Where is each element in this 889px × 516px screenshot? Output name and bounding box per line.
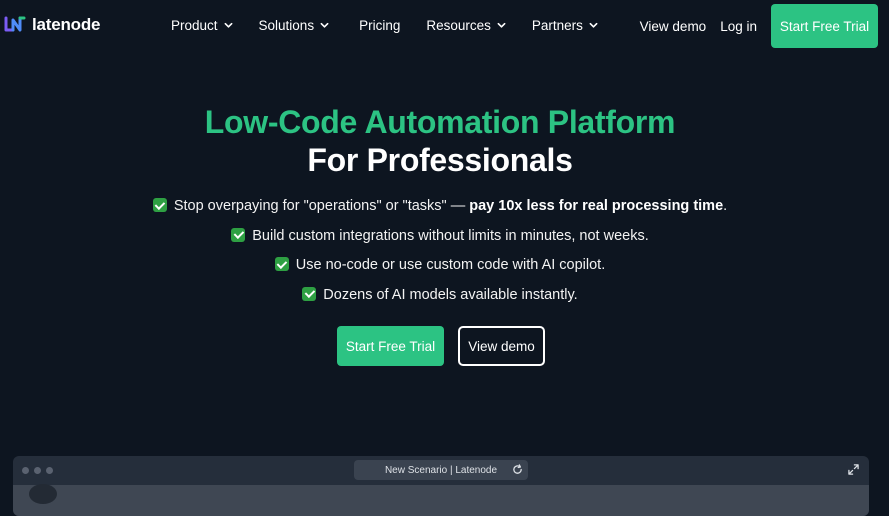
feature-tail: . <box>723 198 728 214</box>
nav-item-label: Pricing <box>359 18 401 33</box>
top-navigation: latenode Product Solutions Pricing Resou… <box>0 0 889 52</box>
nav-menu: Product Solutions Pricing Resources Part… <box>171 18 624 33</box>
feature-text: Stop overpaying for "operations" or "tas… <box>173 198 470 214</box>
nav-item-product[interactable]: Product <box>171 18 233 33</box>
hero-title: Low-Code Automation Platform For Profess… <box>0 103 880 179</box>
nav-item-pricing[interactable]: Pricing <box>359 18 400 33</box>
feature-list: Stop overpaying for "operations" or "tas… <box>0 195 880 313</box>
nav-item-label: Resources <box>426 18 491 33</box>
view-demo-link[interactable]: View demo <box>640 19 707 34</box>
feature-highlight: pay 10x less for real processing time <box>469 198 724 214</box>
nav-actions: View demo Log in Start Free Trial <box>640 0 878 52</box>
feature-item: Build custom integrations without limits… <box>0 225 880 255</box>
chevron-down-icon <box>589 22 598 28</box>
chevron-down-icon <box>497 22 506 28</box>
preview-node <box>29 484 57 504</box>
hero-title-line2: For Professionals <box>307 142 573 178</box>
expand-icon[interactable] <box>848 464 859 475</box>
feature-text: Build custom integrations without limits… <box>252 227 649 244</box>
brand-name: latenode <box>32 15 101 34</box>
feature-item: Use no-code or use custom code with AI c… <box>0 254 880 284</box>
address-bar-text: New Scenario | Latenode <box>384 464 498 476</box>
window-dot <box>34 467 41 474</box>
check-icon <box>231 227 246 242</box>
hero-view-demo-button[interactable]: View demo <box>458 326 545 366</box>
chevron-down-icon <box>320 22 329 28</box>
nav-item-label: Solutions <box>258 18 315 33</box>
chevron-down-icon <box>224 22 232 28</box>
feature-text: Dozens of AI models available instantly. <box>323 286 578 303</box>
login-link[interactable]: Log in <box>720 19 757 34</box>
app-preview-window: New Scenario | Latenode <box>13 456 869 516</box>
hero-title-line1: Low-Code Automation Platform <box>204 104 676 140</box>
address-bar: New Scenario | Latenode <box>354 460 528 480</box>
window-dot <box>22 467 29 474</box>
nav-item-solutions[interactable]: Solutions <box>259 18 330 33</box>
start-free-trial-button[interactable]: Start Free Trial <box>771 4 878 48</box>
nav-item-resources[interactable]: Resources <box>426 18 506 33</box>
check-icon <box>274 257 289 271</box>
feature-item: Dozens of AI models available instantly. <box>0 284 880 314</box>
reload-icon[interactable] <box>512 464 523 475</box>
feature-text: Use no-code or use custom code with AI c… <box>295 257 606 273</box>
feature-item: Stop overpaying for "operations" or "tas… <box>0 195 880 225</box>
window-controls <box>22 467 53 474</box>
nav-item-label: Partners <box>531 18 583 33</box>
logo-mark-icon <box>4 16 26 32</box>
check-icon <box>152 198 167 212</box>
check-icon <box>302 286 317 301</box>
preview-canvas <box>13 485 869 516</box>
window-dot <box>46 467 53 474</box>
nav-item-label: Product <box>171 18 218 33</box>
brand-logo[interactable]: latenode <box>4 15 101 35</box>
nav-item-partners[interactable]: Partners <box>532 18 598 33</box>
hero-start-free-trial-button[interactable]: Start Free Trial <box>337 326 444 366</box>
